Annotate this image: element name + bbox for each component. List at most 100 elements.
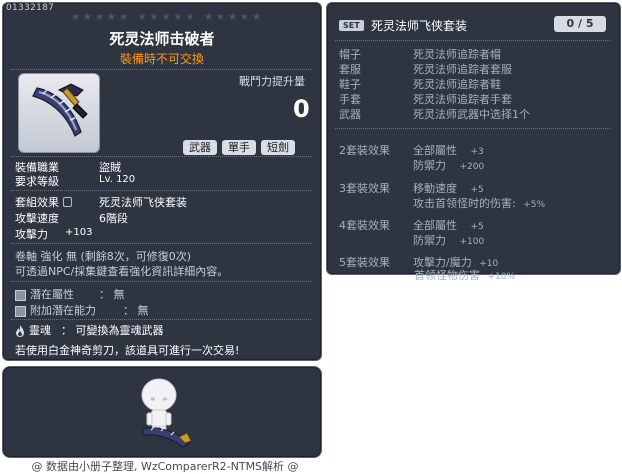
item-tags: 武器 單手 短劍: [183, 140, 295, 155]
set-effect-stat: 防禦力: [413, 234, 446, 247]
divider: [11, 156, 311, 157]
star-group: ★ ★ ★ ★ ★: [71, 12, 128, 23]
star-icon: ★: [216, 12, 225, 23]
attack-speed-label: 攻擊速度: [15, 212, 59, 225]
set-effect-stat: 全部屬性: [413, 144, 457, 157]
character-preview-panel: [2, 366, 322, 458]
set-effect-tier-label: 5套裝效果: [339, 256, 390, 269]
star-icon: ★: [83, 12, 92, 23]
star-force-row: ★ ★ ★ ★ ★ ★ ★ ★ ★ ★ ★ ★ ★ ★ ★: [71, 12, 261, 23]
tag-one-handed: 單手: [222, 140, 256, 155]
set-effect-line: 防禦力 +100: [413, 232, 484, 248]
set-effect-line: 全部屬性 +3: [413, 142, 484, 158]
footer-credit: @ 数据由小册子整理, WzComparerR2-NTMS解析 @: [31, 460, 299, 473]
attack-label: 攻擊力: [15, 228, 48, 241]
set-effect-row: 套組效果: [15, 194, 72, 210]
item-icon-frame: [18, 73, 100, 153]
set-effect-value: +10%: [487, 272, 516, 282]
divider: [11, 190, 311, 191]
additional-potential-label: 附加潛在能力: [30, 304, 96, 317]
additional-potential-icon: [15, 305, 26, 317]
set-effect-line: 防禦力 +200: [413, 157, 484, 173]
star-icon: ★: [161, 12, 171, 23]
star-group: ★ ★ ★ ★ ★: [204, 12, 261, 23]
job-value: 盜賊: [99, 161, 121, 174]
item-tradeable-note: 裝備時不可交換: [119, 52, 204, 66]
potential-value: ： 無: [99, 288, 125, 301]
set-effect-line: 移動速度 +5: [413, 180, 484, 196]
potential-row: 潛在屬性: [15, 286, 74, 302]
additional-potential-row: 附加潛在能力: [15, 302, 96, 318]
set-effect-value: 死灵法师飞侠套装: [99, 196, 187, 209]
divider: [11, 243, 311, 244]
set-effect-stat: 首领怪物伤害: [414, 269, 480, 282]
star-icon: ★: [185, 12, 195, 23]
divider: [11, 319, 311, 320]
set-piece-slot: 鞋子: [339, 78, 361, 91]
set-effect-tier-label: 3套裝效果: [339, 182, 390, 195]
set-piece-name: 死灵法师武器中选择1个: [413, 108, 530, 121]
set-effect-label: 套組效果: [15, 196, 59, 209]
star-icon: ★: [95, 12, 104, 23]
soul-row: 靈魂: [15, 322, 51, 338]
tag-dagger: 短劍: [261, 140, 295, 155]
level-label: 要求等級: [15, 175, 59, 188]
set-effect-line: 首领怪物伤害 +10%: [414, 267, 515, 283]
scroll-upgrade-line: 卷軸 強化 無 (剩餘8次，可修復0次): [15, 250, 192, 263]
divider: [11, 281, 311, 282]
set-effect-line: 攻击首领怪时的伤害: +5%: [413, 195, 545, 211]
combat-power-label: 戰鬥力提升量: [239, 75, 305, 88]
character-avatar: [141, 378, 192, 448]
soul-flame-icon: [16, 325, 24, 337]
set-effect-line: 全部屬性 +5: [413, 217, 484, 233]
set-effect-stat: 全部屬性: [413, 219, 457, 232]
set-piece-name: 死灵法师追踪者鞋: [413, 78, 501, 91]
set-effect-stat: 攻击首领怪时的伤害:: [413, 197, 516, 210]
star-icon: ★: [173, 12, 183, 23]
set-effect-tier-label: 4套裝效果: [339, 219, 390, 232]
scissors-note: 若使用白金神奇剪刀，該道具可進行一次交易!: [15, 344, 240, 357]
divider: [335, 40, 610, 41]
star-icon: ★: [252, 12, 261, 23]
star-icon: ★: [149, 12, 159, 23]
set-title: 死灵法师飞侠套装: [371, 19, 468, 33]
potential-label: 潛在屬性: [30, 288, 74, 301]
set-badge: SET: [339, 20, 364, 31]
set-effect-value: +200: [459, 162, 485, 172]
soul-value: ： 可變換為靈魂武器: [61, 324, 164, 337]
set-piece-slot: 手套: [339, 93, 361, 106]
attack-value: +103: [65, 227, 93, 238]
set-effect-tier-label: 2套裝效果: [339, 144, 390, 157]
star-icon: ★: [240, 12, 249, 23]
star-group: ★ ★ ★ ★ ★: [137, 12, 195, 23]
soul-label: 靈魂: [29, 324, 51, 337]
combat-power-value: 0: [293, 95, 310, 123]
potential-icon: [15, 289, 26, 301]
set-effect-value: +5: [470, 185, 484, 195]
set-effect-stat: 移動速度: [413, 182, 457, 195]
lock-icon: [63, 197, 72, 207]
star-icon: ★: [137, 12, 147, 23]
set-count: 0 / 5: [554, 16, 606, 32]
set-effect-value: +5%: [523, 200, 546, 210]
tag-weapon: 武器: [183, 140, 217, 155]
set-effect-value: +100: [459, 237, 485, 247]
item-name: 死灵法师击破者: [109, 30, 215, 48]
set-info-panel: SET 死灵法师飞侠套装 0 / 5 帽子 死灵法师追踪者帽 套服 死灵法师追踪…: [326, 2, 621, 275]
dagger-icon: [32, 83, 88, 137]
attack-speed-value: 6階段: [99, 212, 128, 225]
set-piece-name: 死灵法师追踪者手套: [413, 93, 512, 106]
enhance-info-line: 可透過NPC/採集鍵查看強化資訊詳細內容。: [15, 265, 229, 278]
set-piece-name: 死灵法师追踪者套服: [413, 63, 512, 76]
additional-potential-value: ： 無: [123, 304, 149, 317]
divider: [11, 69, 311, 70]
item-tooltip-panel: 01332187 ★ ★ ★ ★ ★ ★ ★ ★ ★ ★ ★ ★ ★ ★ ★ 死灵法师击破者 裝備時不可…: [2, 2, 322, 361]
star-icon: ★: [107, 12, 116, 23]
star-icon: ★: [71, 12, 80, 23]
set-effect-stat: 防禦力: [413, 159, 446, 172]
set-effect-value: +3: [470, 147, 484, 157]
item-id: 01332187: [6, 3, 55, 13]
set-piece-name: 死灵法师追踪者帽: [413, 48, 501, 61]
set-piece-slot: 套服: [339, 63, 361, 76]
star-icon: ★: [228, 12, 237, 23]
